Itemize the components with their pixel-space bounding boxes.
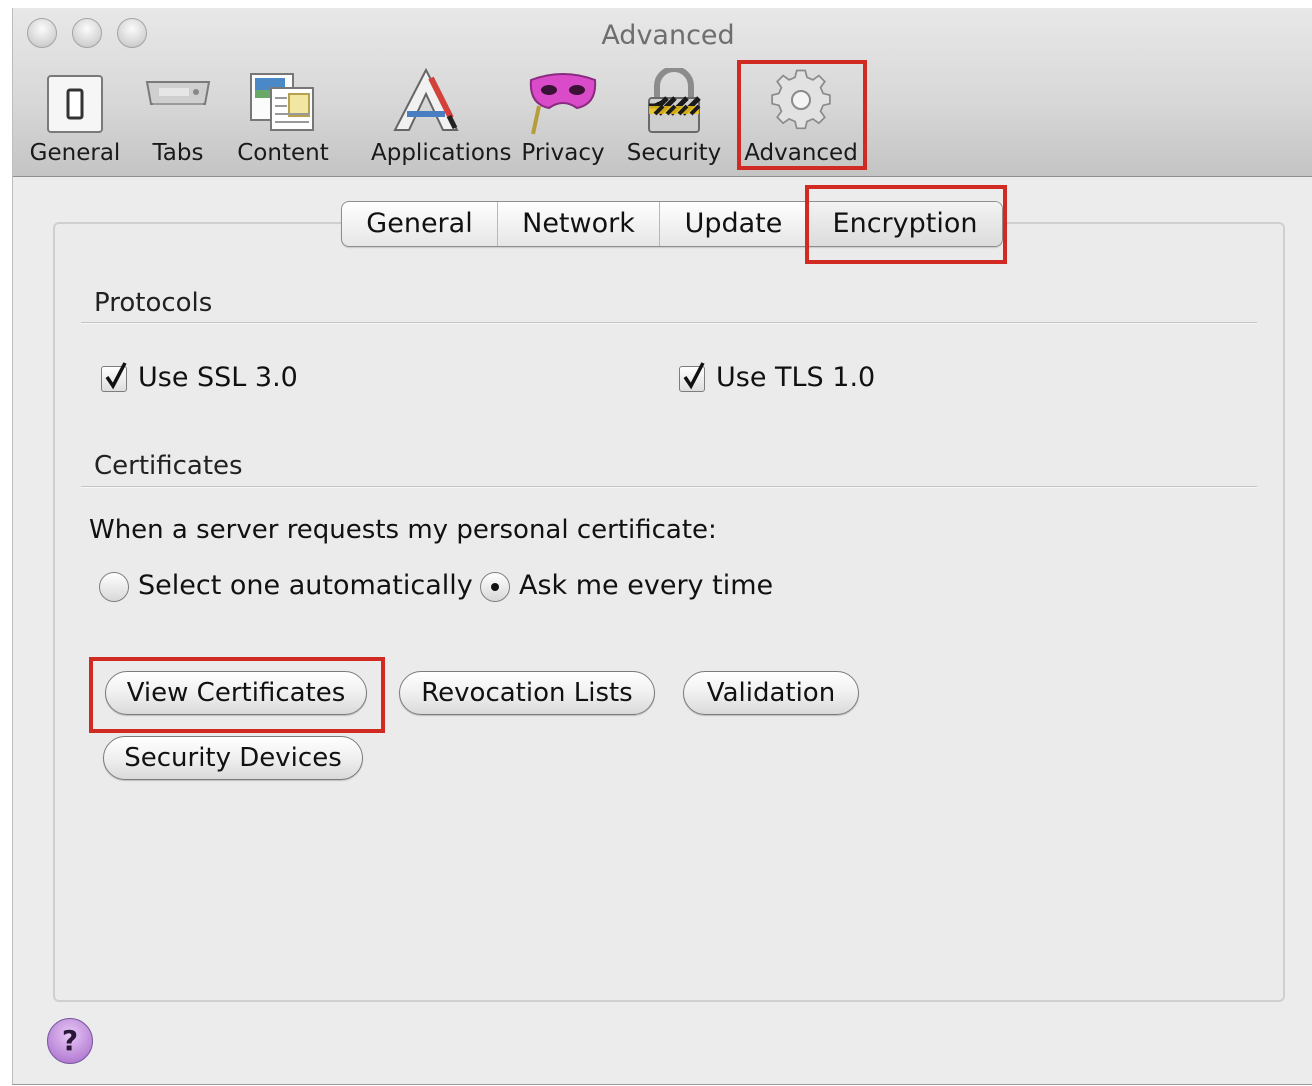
toolbar-item-applications[interactable]: Applications [371,67,512,168]
toolbar-item-tabs[interactable]: Tabs [143,68,213,168]
protocols-divider [81,322,1257,324]
toolbar-item-content[interactable]: Content [237,68,329,168]
highlight-advanced [737,60,867,170]
toolbar-item-security[interactable]: Security [627,66,721,168]
certificates-divider [81,486,1257,488]
tab-network[interactable]: Network [498,202,660,246]
toolbar: Advanced General Tabs Content Applicatio… [13,8,1312,177]
revocation-lists-button[interactable]: Revocation Lists [399,671,655,715]
preferences-window: Advanced General Tabs Content Applicatio… [12,8,1312,1085]
tab-general[interactable]: General [342,202,498,246]
tls-checkbox[interactable] [679,362,705,392]
tabs-icon [143,68,213,136]
radio-select-automatically[interactable] [99,572,129,602]
ssl-checkbox[interactable] [101,362,127,392]
radio-ask-every-time[interactable] [480,572,510,602]
toolbar-item-general[interactable]: General [30,68,120,168]
certificate-prompt: When a server requests my personal certi… [89,515,717,545]
tab-update[interactable]: Update [660,202,808,246]
security-devices-button[interactable]: Security Devices [103,736,363,780]
ssl-label: Use SSL 3.0 [138,362,298,393]
highlight-view-certificates [89,657,385,733]
content-icon [243,68,323,136]
padlock-icon [639,66,709,136]
window-title: Advanced [601,20,735,51]
validation-button[interactable]: Validation [683,671,859,715]
settings-panel [53,222,1285,1002]
highlight-encryption [805,185,1007,264]
radio-select-automatically-label: Select one automatically [138,570,473,601]
help-button[interactable]: ? [47,1018,93,1064]
protocols-heading: Protocols [94,288,213,318]
radio-ask-every-time-label: Ask me every time [519,570,774,601]
tls-label: Use TLS 1.0 [716,362,876,393]
certificates-heading: Certificates [94,451,243,481]
toolbar-item-privacy[interactable]: Privacy [521,68,605,168]
applications-icon [391,67,461,136]
switch-icon [35,68,115,136]
mask-icon [525,68,601,136]
